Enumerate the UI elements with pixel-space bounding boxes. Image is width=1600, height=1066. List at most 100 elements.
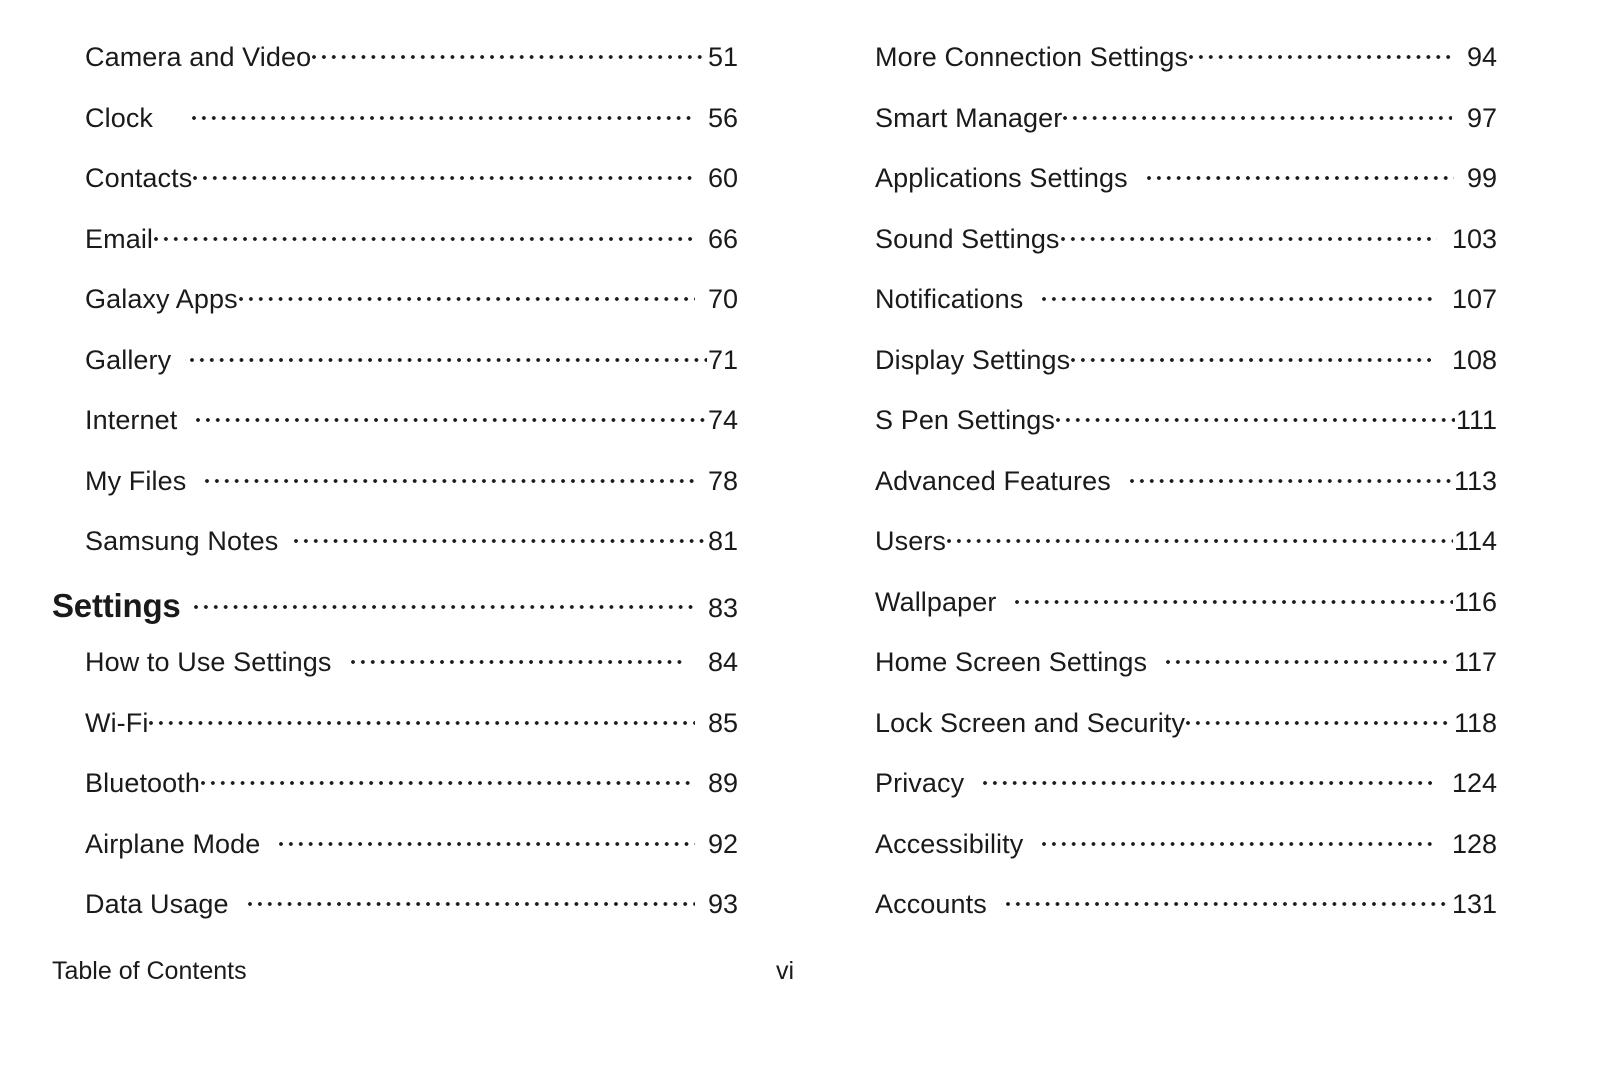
toc-dot-leader xyxy=(201,776,695,792)
toc-dot-leader xyxy=(154,232,695,248)
toc-entry-label: Internet xyxy=(85,405,178,435)
toc-entry-label: Wallpaper xyxy=(875,586,997,617)
toc-dot-leader xyxy=(149,716,695,732)
toc-dot-leader xyxy=(1186,716,1453,732)
toc-entry-page-number: 85 xyxy=(707,707,738,738)
toc-entry-page-number: 97 xyxy=(1466,102,1497,133)
toc-entry-page-number: 84 xyxy=(707,647,738,677)
toc-entry-label: How to Use Settings xyxy=(85,647,332,677)
toc-dot-leader xyxy=(1063,111,1452,127)
toc-entry-label: Gallery xyxy=(85,344,172,375)
toc-entry-page-number: 124 xyxy=(1451,768,1497,798)
toc-entry[interactable]: Samsung Notes 81 xyxy=(52,526,738,587)
toc-entry-label: Privacy xyxy=(875,768,965,798)
toc-entry-page-number: 128 xyxy=(1451,828,1497,859)
toc-entry[interactable]: Settings 83 xyxy=(52,587,738,648)
toc-dot-leader xyxy=(1060,232,1437,248)
toc-entry[interactable]: Camera and Video 51 xyxy=(52,42,738,103)
toc-dot-leader xyxy=(1146,171,1454,187)
toc-entry-page-number: 103 xyxy=(1451,223,1497,254)
toc-entry-page-number: 116 xyxy=(1453,586,1497,617)
toc-dot-leader xyxy=(983,776,1437,792)
toc-entry-label: Advanced Features xyxy=(875,465,1111,496)
toc-entry[interactable]: Bluetooth 89 xyxy=(52,768,738,829)
toc-entry-page-number: 99 xyxy=(1466,163,1497,193)
toc-entry[interactable]: Galaxy Apps 70 xyxy=(52,284,738,345)
toc-dot-leader xyxy=(205,474,695,490)
toc-entry-label: Email xyxy=(85,223,154,254)
toc-entry-page-number: 93 xyxy=(707,889,738,919)
toc-dot-leader xyxy=(312,50,707,66)
toc-dot-leader xyxy=(193,171,695,187)
toc-entry-label: Clock xyxy=(85,102,154,133)
toc-entry-label: Notifications xyxy=(875,284,1024,314)
toc-entry[interactable]: Wallpaper 116 xyxy=(842,587,1497,648)
toc-entry-label: Airplane Mode xyxy=(85,828,261,859)
toc-entry[interactable]: Internet 74 xyxy=(52,405,738,466)
toc-entry[interactable]: Wi-Fi 85 xyxy=(52,708,738,769)
toc-entry[interactable]: Email 66 xyxy=(52,224,738,285)
toc-entry[interactable]: My Files 78 xyxy=(52,466,738,527)
toc-entry[interactable]: Accessibility 128 xyxy=(842,829,1497,890)
toc-entry-page-number: 131 xyxy=(1451,889,1497,919)
toc-entry-page-number: 107 xyxy=(1451,284,1497,314)
toc-entry-page-number: 83 xyxy=(707,592,738,623)
toc-dot-leader xyxy=(1166,655,1453,671)
toc-dot-leader xyxy=(1015,595,1453,611)
toc-dot-leader xyxy=(1042,292,1437,308)
toc-entry[interactable]: Contacts 60 xyxy=(52,163,738,224)
toc-dot-leader xyxy=(193,601,695,617)
toc-dot-leader xyxy=(196,413,707,429)
toc-entry-label: Samsung Notes xyxy=(85,526,279,556)
toc-entry[interactable]: Smart Manager 97 xyxy=(842,103,1497,164)
toc-entry[interactable]: Applications Settings 99 xyxy=(842,163,1497,224)
footer-page-number: vi xyxy=(775,957,795,985)
toc-entry[interactable]: Sound Settings 103 xyxy=(842,224,1497,285)
toc-dot-leader xyxy=(238,292,695,308)
toc-entry-label: Contacts xyxy=(85,163,193,193)
toc-entry-label: Sound Settings xyxy=(875,223,1060,254)
toc-entry-label: Display Settings xyxy=(875,344,1071,375)
toc-entry[interactable]: Gallery 71 xyxy=(52,345,738,406)
toc-entry-label: Galaxy Apps xyxy=(85,284,238,314)
toc-dot-leader xyxy=(190,353,707,369)
toc-entry-page-number: 114 xyxy=(1453,526,1497,556)
toc-entry-page-number: 56 xyxy=(707,102,738,133)
toc-dot-leader xyxy=(1005,897,1451,913)
toc-entry-page-number: 81 xyxy=(707,526,738,556)
toc-entry[interactable]: How to Use Settings 84 xyxy=(52,647,738,708)
toc-entry-label: My Files xyxy=(85,465,187,496)
toc-dot-leader xyxy=(1129,474,1453,490)
toc-entry-label: Accessibility xyxy=(875,828,1024,859)
toc-entry-page-number: 117 xyxy=(1453,647,1497,677)
toc-entry-page-number: 111 xyxy=(1455,405,1497,435)
toc-entry[interactable]: Data Usage 93 xyxy=(52,889,738,950)
toc-entry-page-number: 89 xyxy=(707,768,738,798)
toc-entry-label: Camera and Video xyxy=(85,42,312,72)
toc-entry[interactable]: Airplane Mode 92 xyxy=(52,829,738,890)
toc-entry[interactable]: Users 114 xyxy=(842,526,1497,587)
toc-dot-leader xyxy=(294,534,707,550)
toc-dot-leader xyxy=(350,655,687,671)
toc-entry[interactable]: Notifications 107 xyxy=(842,284,1497,345)
toc-columns: Camera and Video 51 Clock 56 Contacts 60 Email… xyxy=(0,0,1600,950)
toc-entry[interactable]: More Connection Settings 94 xyxy=(842,42,1497,103)
toc-entry[interactable]: Home Screen Settings 117 xyxy=(842,647,1497,708)
toc-entry[interactable]: Lock Screen and Security 118 xyxy=(842,708,1497,769)
toc-entry-page-number: 70 xyxy=(707,284,738,314)
toc-dot-leader xyxy=(1071,353,1437,369)
toc-entry[interactable]: S Pen Settings 111 xyxy=(842,405,1497,466)
toc-entry-label: More Connection Settings xyxy=(875,42,1189,72)
toc-entry-page-number: 66 xyxy=(707,223,738,254)
toc-entry-page-number: 78 xyxy=(707,465,738,496)
toc-entry[interactable]: Privacy 124 xyxy=(842,768,1497,829)
toc-column-left: Camera and Video 51 Clock 56 Contacts 60 Email… xyxy=(52,42,738,950)
toc-entry[interactable]: Display Settings 108 xyxy=(842,345,1497,406)
toc-entry[interactable]: Clock 56 xyxy=(52,103,738,164)
toc-entry[interactable]: Accounts 131 xyxy=(842,889,1497,950)
toc-entry-page-number: 108 xyxy=(1451,344,1497,375)
toc-entry-label: Settings xyxy=(52,586,181,624)
toc-dot-leader xyxy=(192,111,693,127)
toc-entry[interactable]: Advanced Features 113 xyxy=(842,466,1497,527)
toc-entry-page-number: 74 xyxy=(707,405,738,435)
